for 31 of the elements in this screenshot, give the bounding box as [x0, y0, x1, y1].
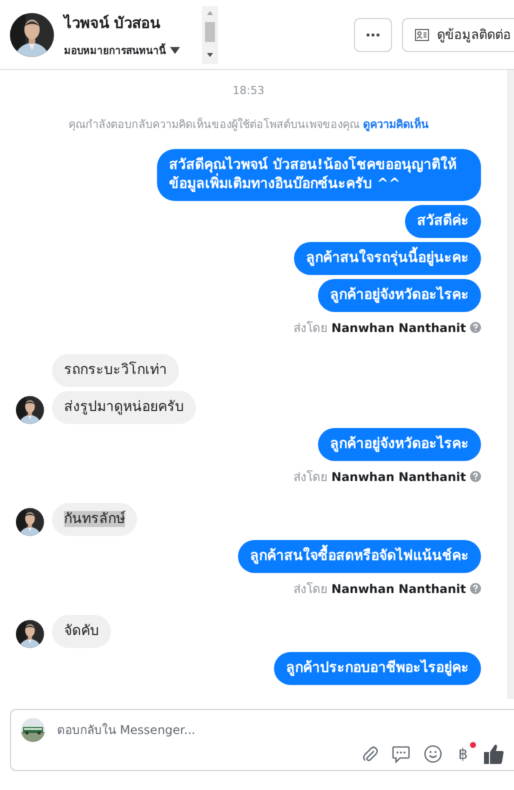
received-message: รถกระบะวิโกเท่า: [52, 354, 179, 387]
sent-message: สวัสดีค่ะ: [405, 205, 481, 238]
sent-message: ลูกค้าอยู่จังหวัดอะไรคะ: [318, 279, 481, 312]
sent-message: สวัสดีคุณไวพจน์ บัวสอน!น้องโชคขออนุญาติให้ข้อมูลเพิ่มเติมทางอินบ๊อกซ์นะครับ ^^: [157, 149, 481, 201]
timestamp: 18:53: [232, 84, 264, 97]
sent-message: ลูกค้าสนใจซื้อสดหรือจัดไฟแน้นช์คะ: [238, 540, 481, 573]
sent-message: ลูกค้าประกอบอาชีพอะไรอยู่คะ: [274, 652, 481, 685]
view-contact-button[interactable]: ดูข้อมูลติดต่อ: [402, 18, 514, 52]
view-comment-link[interactable]: ดูความคิดเห็น: [362, 118, 429, 131]
paperclip-icon[interactable]: [362, 745, 378, 763]
sent-by-label: ส่งโดย Nanwhan Nanthanit: [294, 581, 466, 598]
reply-notice: คุณกำลังตอบกลับความคิดเห็นของผู้ใช้ต่อโพสต์บนเพจของคุณ ดูความคิดเห็น: [68, 116, 429, 133]
more-icon: [366, 32, 380, 36]
help-icon[interactable]: [470, 322, 481, 333]
sent-message: ลูกค้าสนใจรถรุ่นนี้อยู่นะคะ: [294, 242, 481, 275]
sent-by-label: ส่งโดย Nanwhan Nanthanit: [294, 320, 466, 337]
thumbs-up-icon[interactable]: [484, 744, 504, 764]
chat-bubble-icon[interactable]: [392, 746, 410, 762]
contact-name: ไวพจน์ บัวสอน: [64, 13, 162, 34]
more-button[interactable]: [354, 18, 392, 52]
help-icon[interactable]: [470, 583, 481, 594]
payment-button[interactable]: ฿: [458, 745, 468, 763]
smiley-icon[interactable]: [424, 745, 442, 763]
received-message: ส่งรูปมาดูหน่อยครับ: [52, 391, 196, 424]
received-message: จัดคับ: [52, 615, 111, 648]
sent-by-label: ส่งโดย Nanwhan Nanthanit: [294, 469, 466, 486]
contact-card-icon: [415, 28, 429, 40]
received-message: กันทรลักษ์: [52, 503, 137, 536]
help-icon[interactable]: [470, 471, 481, 482]
sent-message: ลูกค้าอยู่จังหวัดอะไรคะ: [318, 428, 481, 461]
caret-icon: [170, 47, 180, 54]
